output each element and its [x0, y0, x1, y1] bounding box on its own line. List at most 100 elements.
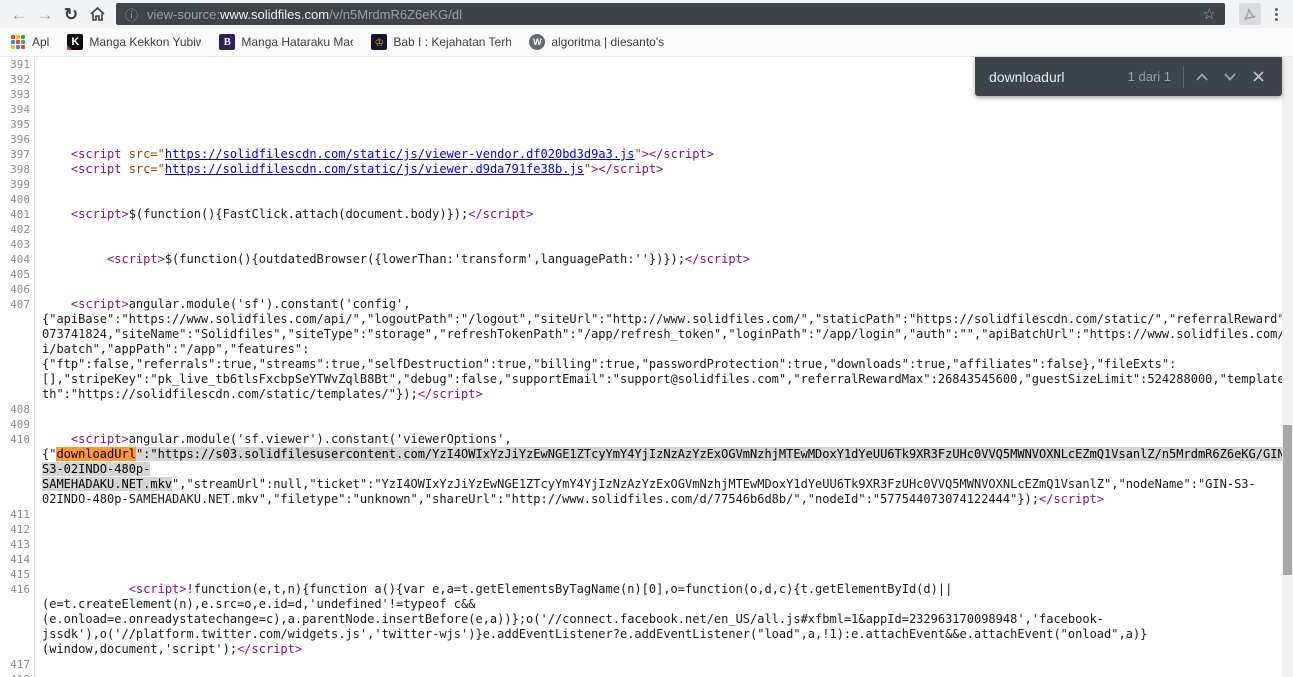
- url-host: www.solidfiles.com: [219, 6, 330, 22]
- forward-button[interactable]: →: [32, 2, 58, 26]
- chrome-menu-button[interactable]: [1267, 2, 1285, 26]
- line-number: 408: [0, 402, 35, 417]
- code-row: 415: [0, 567, 1282, 582]
- bookmarks-bar: Apl K Manga Kekkon Yubiw B Manga Hatarak…: [0, 28, 1293, 57]
- pdf-extension-icon: [1244, 8, 1256, 20]
- apps-grid-icon: [10, 34, 26, 50]
- bab-favicon: ♔: [371, 34, 388, 50]
- code-line-text: <script>$(function(){outdatedBrowser({lo…: [35, 252, 1282, 267]
- code-row: S3-02INDO-480p-: [0, 462, 1282, 477]
- line-number: 396: [0, 132, 35, 147]
- code-line-text: (e=t.createElement(n),e.src=o,e.id=d,'un…: [35, 597, 1282, 612]
- code-row: 402: [0, 222, 1282, 237]
- find-next-button[interactable]: [1216, 63, 1244, 91]
- line-number: 406: [0, 282, 35, 297]
- line-number: [0, 357, 35, 372]
- code-text: ","streamUrl":null,"ticket":"YzI4OWIxYzJ…: [172, 477, 1256, 491]
- code-row: 397 <script src="https://solidfilescdn.c…: [0, 147, 1282, 162]
- code-row: 407 <script>angular.module('sf').constan…: [0, 297, 1282, 312]
- code-row: jssdk'),o('//platform.twitter.com/widget…: [0, 627, 1282, 642]
- find-input[interactable]: downloadurl: [989, 69, 1128, 85]
- vertical-scrollbar[interactable]: [1282, 57, 1293, 677]
- code-text: ></script>: [641, 147, 714, 161]
- home-button[interactable]: [84, 2, 110, 26]
- bookmark-manga-hataraku[interactable]: B Manga Hataraku Mao: [219, 34, 353, 50]
- bookmark-apps[interactable]: Apl: [10, 34, 49, 50]
- code-line-text: <script>angular.module('sf.viewer').cons…: [35, 432, 1282, 447]
- code-line-text: i/batch","appPath":"/app","features":: [35, 342, 1282, 357]
- code-row: 410 <script>angular.module('sf.viewer').…: [0, 432, 1282, 447]
- page-info-icon[interactable]: ⓘ: [125, 5, 138, 24]
- code-line-text: {"downloadUrl":"https://s03.solidfilesus…: [35, 447, 1282, 462]
- code-line-text: {"ftp":false,"referrals":true,"streams":…: [35, 357, 1282, 372]
- komiku-favicon: K: [67, 34, 84, 50]
- line-number: [0, 372, 35, 387]
- find-close-button[interactable]: [1244, 63, 1272, 91]
- code-row: 399: [0, 177, 1282, 192]
- source-link[interactable]: https://solidfilescdn.com/static/js/view…: [165, 147, 635, 161]
- find-match-count: 1 dari 1: [1127, 69, 1171, 84]
- code-row: 417: [0, 657, 1282, 672]
- scrollbar-thumb[interactable]: [1283, 425, 1292, 575]
- code-row: (e.onload=e.onreadystatechange=c),a.pare…: [0, 612, 1282, 627]
- home-icon: [89, 6, 105, 21]
- code-row: 401 <script>$(function(){FastClick.attac…: [0, 207, 1282, 222]
- reload-button[interactable]: ↻: [58, 2, 84, 26]
- line-number: [0, 447, 35, 462]
- code-line-text: <script>$(function(){FastClick.attach(do…: [35, 207, 1282, 222]
- code-text: <script: [70, 162, 122, 176]
- code-text: <script: [70, 147, 122, 161]
- line-number: 410: [0, 432, 35, 447]
- chevron-up-icon: [1196, 72, 1208, 81]
- code-text: </script>: [685, 252, 751, 266]
- line-number: 391: [0, 57, 35, 72]
- url-bar[interactable]: ⓘ view-source:www.solidfiles.com/v/n5Mrd…: [116, 3, 1225, 25]
- code-row: 408: [0, 402, 1282, 417]
- line-number: 413: [0, 537, 35, 552]
- bookmark-manga-kekkon[interactable]: K Manga Kekkon Yubiw: [67, 34, 201, 50]
- code-text: (e=t.createElement(n),e.src=o,e.id=d,'un…: [42, 597, 476, 611]
- code-row: 394: [0, 102, 1282, 117]
- line-number: 415: [0, 567, 35, 582]
- code-row: 395: [0, 117, 1282, 132]
- bookmark-star-icon[interactable]: ☆: [1203, 5, 1216, 23]
- line-number: [0, 387, 35, 402]
- code-row: 418: [0, 672, 1282, 677]
- wordpress-favicon: W: [529, 34, 546, 50]
- selected-text: ":"https://s03.solidfilesusercontent.com…: [135, 447, 1282, 461]
- bookmark-label: Manga Hataraku Mao: [241, 35, 354, 49]
- line-number: 401: [0, 207, 35, 222]
- code-text: !function(e,t,n){function a(){var e,a=t.…: [186, 582, 953, 596]
- pdf-extension-button[interactable]: [1239, 3, 1261, 25]
- back-button[interactable]: ←: [6, 2, 32, 26]
- line-number: 402: [0, 222, 35, 237]
- code-line-text: {"apiBase":"https://www.solidfiles.com/a…: [35, 312, 1282, 327]
- bookmark-algoritma[interactable]: W algoritma | diesanto's: [529, 34, 664, 50]
- selected-text: SAMEHADAKU.NET.mkv: [42, 477, 173, 491]
- find-bar: downloadurl 1 dari 1: [975, 57, 1282, 96]
- code-row: (e=t.createElement(n),e.src=o,e.id=d,'un…: [0, 597, 1282, 612]
- code-line-text: 073741824,"siteName":"Solidfiles","siteT…: [35, 327, 1282, 342]
- line-number: [0, 477, 35, 492]
- code-text: i/batch","appPath":"/app","features":: [42, 342, 310, 356]
- code-row: {"apiBase":"https://www.solidfiles.com/a…: [0, 312, 1282, 327]
- code-text: <script>: [107, 252, 165, 266]
- source-link[interactable]: https://solidfilescdn.com/static/js/view…: [165, 162, 584, 176]
- code-text: {"apiBase":"https://www.solidfiles.com/a…: [42, 312, 1282, 326]
- code-text: (window,document,'script');: [42, 642, 238, 656]
- code-line-text: <script src="https://solidfilescdn.com/s…: [35, 147, 1282, 162]
- line-number: 403: [0, 237, 35, 252]
- bookmark-bab-i[interactable]: ♔ Bab I : Kejahatan Terh: [371, 34, 511, 50]
- line-number: 417: [0, 657, 35, 672]
- find-previous-button[interactable]: [1188, 63, 1216, 91]
- code-line-text: [],"stripeKey":"pk_live_tb6tlsFxcbpSeYTW…: [35, 372, 1282, 387]
